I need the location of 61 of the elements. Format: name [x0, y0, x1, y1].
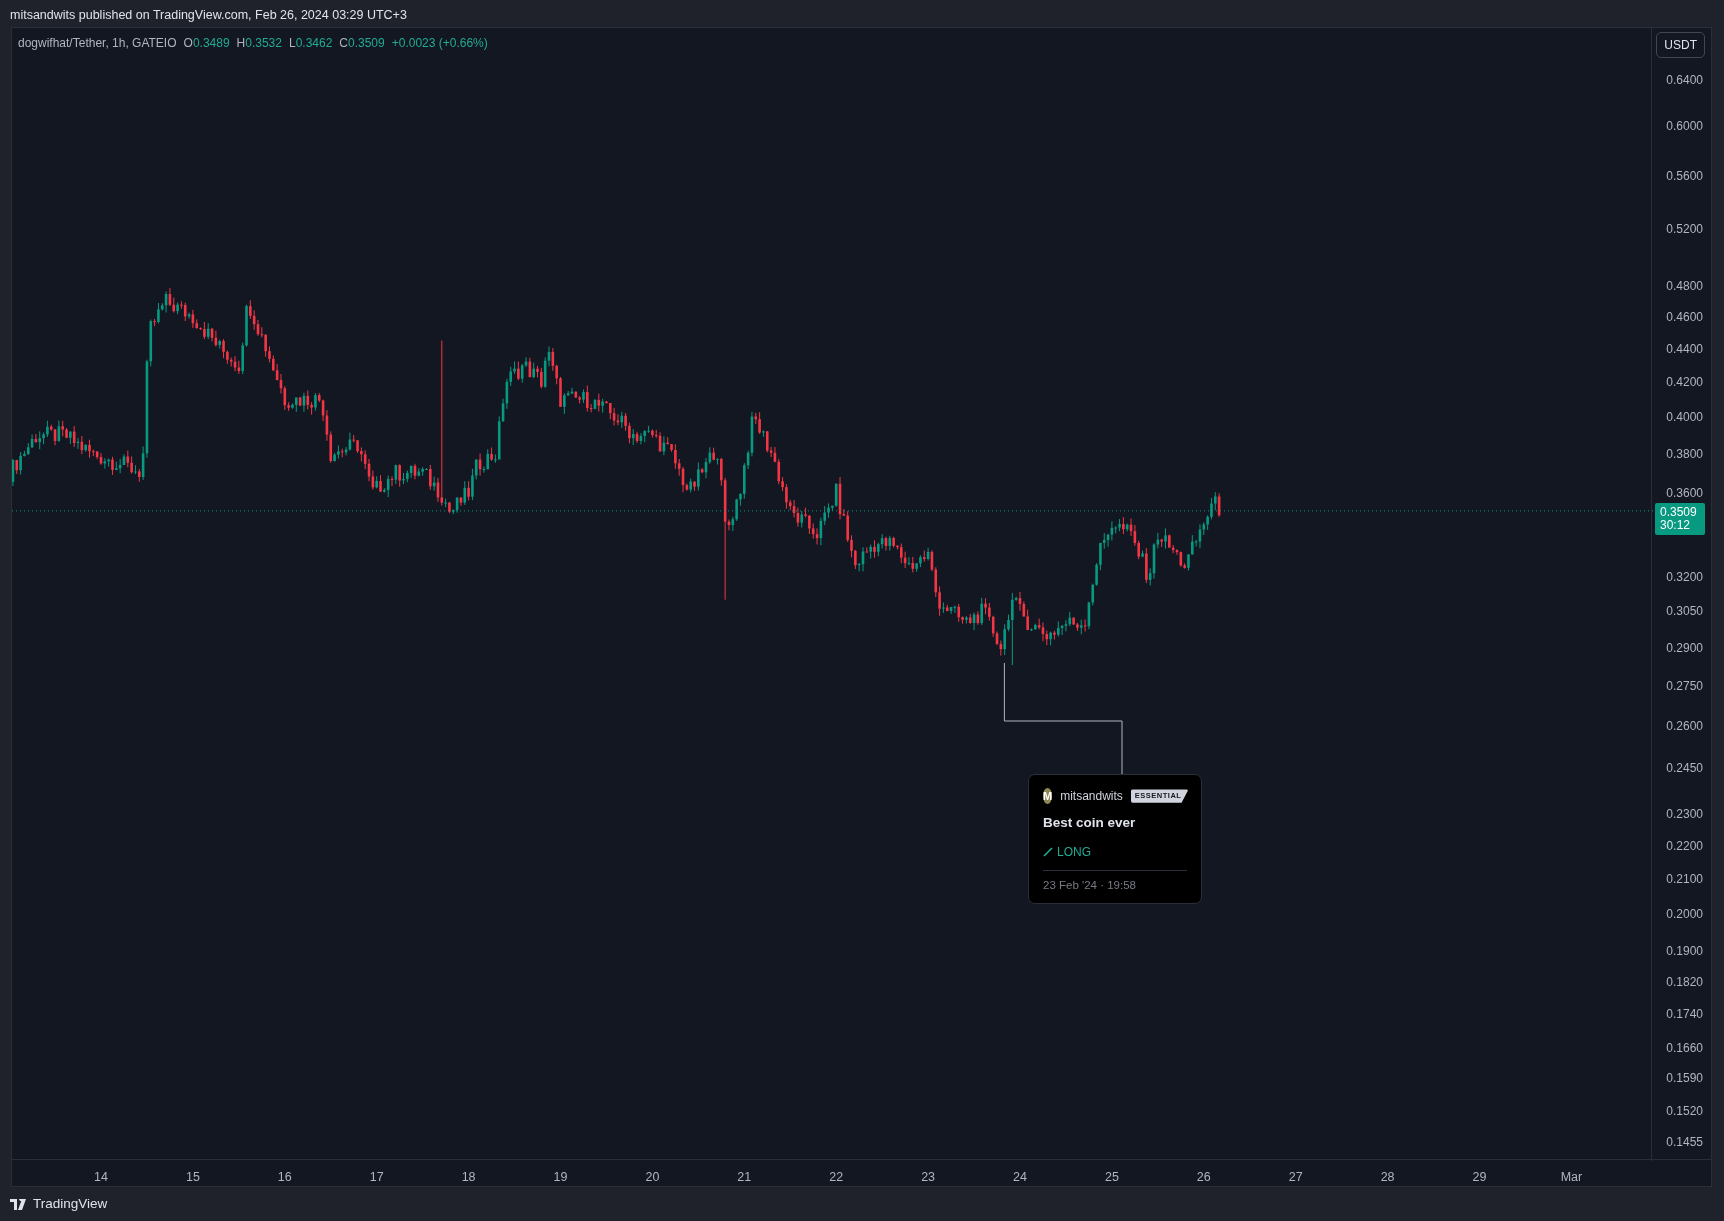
author-name[interactable]: mitsandwits: [1060, 787, 1123, 805]
time-label: 25: [1104, 1169, 1119, 1186]
price-label: 0.2450: [1666, 760, 1703, 778]
price-label: 0.3800: [1666, 445, 1703, 463]
logo-icon: [10, 1198, 29, 1210]
price-label: 0.5200: [1666, 220, 1703, 238]
time-label: 18: [461, 1169, 476, 1186]
ohlc-value: C0.3509: [339, 35, 385, 52]
ohlc-value: L0.3462: [288, 35, 333, 52]
price-label: 0.1820: [1666, 973, 1703, 991]
time-label: 20: [645, 1169, 660, 1186]
price-label: 0.1900: [1666, 942, 1703, 960]
price-label: 0.3200: [1666, 568, 1703, 586]
price-label: 0.4200: [1666, 374, 1703, 391]
time-label: 15: [185, 1169, 200, 1186]
direction-label: LONG: [1057, 844, 1091, 862]
idea-title: Best coin ever: [1043, 814, 1137, 832]
price-label: 0.4800: [1666, 278, 1703, 296]
idea-date: 23 Feb '24 · 19:58: [1043, 870, 1187, 895]
price-label: 0.1455: [1666, 1134, 1703, 1152]
price-label: 0.4600: [1666, 308, 1703, 326]
ohlc-value: O0.3489: [183, 35, 230, 52]
price-label: 0.2100: [1666, 871, 1703, 888]
price-label: 0.1740: [1666, 1005, 1703, 1023]
brand-name: TradingView: [33, 1194, 108, 1213]
time-label: 19: [553, 1169, 568, 1186]
currency-button[interactable]: USDT: [1656, 32, 1705, 58]
price-label: 0.2300: [1666, 805, 1703, 823]
price-label: 0.2750: [1666, 677, 1703, 695]
price-label: 0.2900: [1666, 639, 1703, 657]
price-label: 0.2200: [1666, 837, 1703, 855]
price-label: 0.1660: [1666, 1039, 1703, 1057]
time-label: 17: [369, 1169, 384, 1186]
price-label: 0.2000: [1666, 905, 1703, 923]
price-label: 0.3050: [1666, 603, 1703, 621]
last-price-tag: 0.3509 30:12: [1655, 502, 1705, 535]
time-label: 21: [737, 1169, 752, 1186]
price-label: 0.2600: [1666, 717, 1703, 735]
time-label: 16: [277, 1169, 292, 1186]
price-label: 0.3600: [1666, 484, 1703, 502]
price-label: 0.6000: [1666, 118, 1703, 136]
time-label: 27: [1288, 1169, 1303, 1186]
time-label: Mar: [1560, 1169, 1583, 1186]
avatar: M: [1043, 788, 1053, 804]
ohlc-value: H0.3532: [236, 35, 282, 52]
time-label: 14: [94, 1169, 108, 1186]
time-label: 23: [921, 1169, 936, 1186]
price-label: 0.4000: [1666, 408, 1703, 426]
time-label: 22: [829, 1169, 844, 1186]
symbol-label: dogwifhat/Tether, 1h, GATEIO: [18, 35, 177, 52]
publish-info: mitsandwits published on TradingView.com, Feb 26, 2024 03:29 UTC+3: [10, 8, 407, 22]
time-label: 24: [1013, 1169, 1027, 1186]
price-label: 0.1520: [1666, 1102, 1703, 1120]
time-label: 29: [1472, 1169, 1487, 1186]
price-label: 0.6400: [1666, 72, 1703, 89]
price-label: 0.1590: [1666, 1070, 1703, 1088]
time-label: 28: [1380, 1169, 1395, 1186]
price-change: +0.0023 (+0.66%): [391, 35, 488, 52]
price-label: 0.4400: [1666, 340, 1703, 358]
price-label: 0.5600: [1666, 167, 1703, 185]
time-label: 26: [1196, 1169, 1211, 1186]
